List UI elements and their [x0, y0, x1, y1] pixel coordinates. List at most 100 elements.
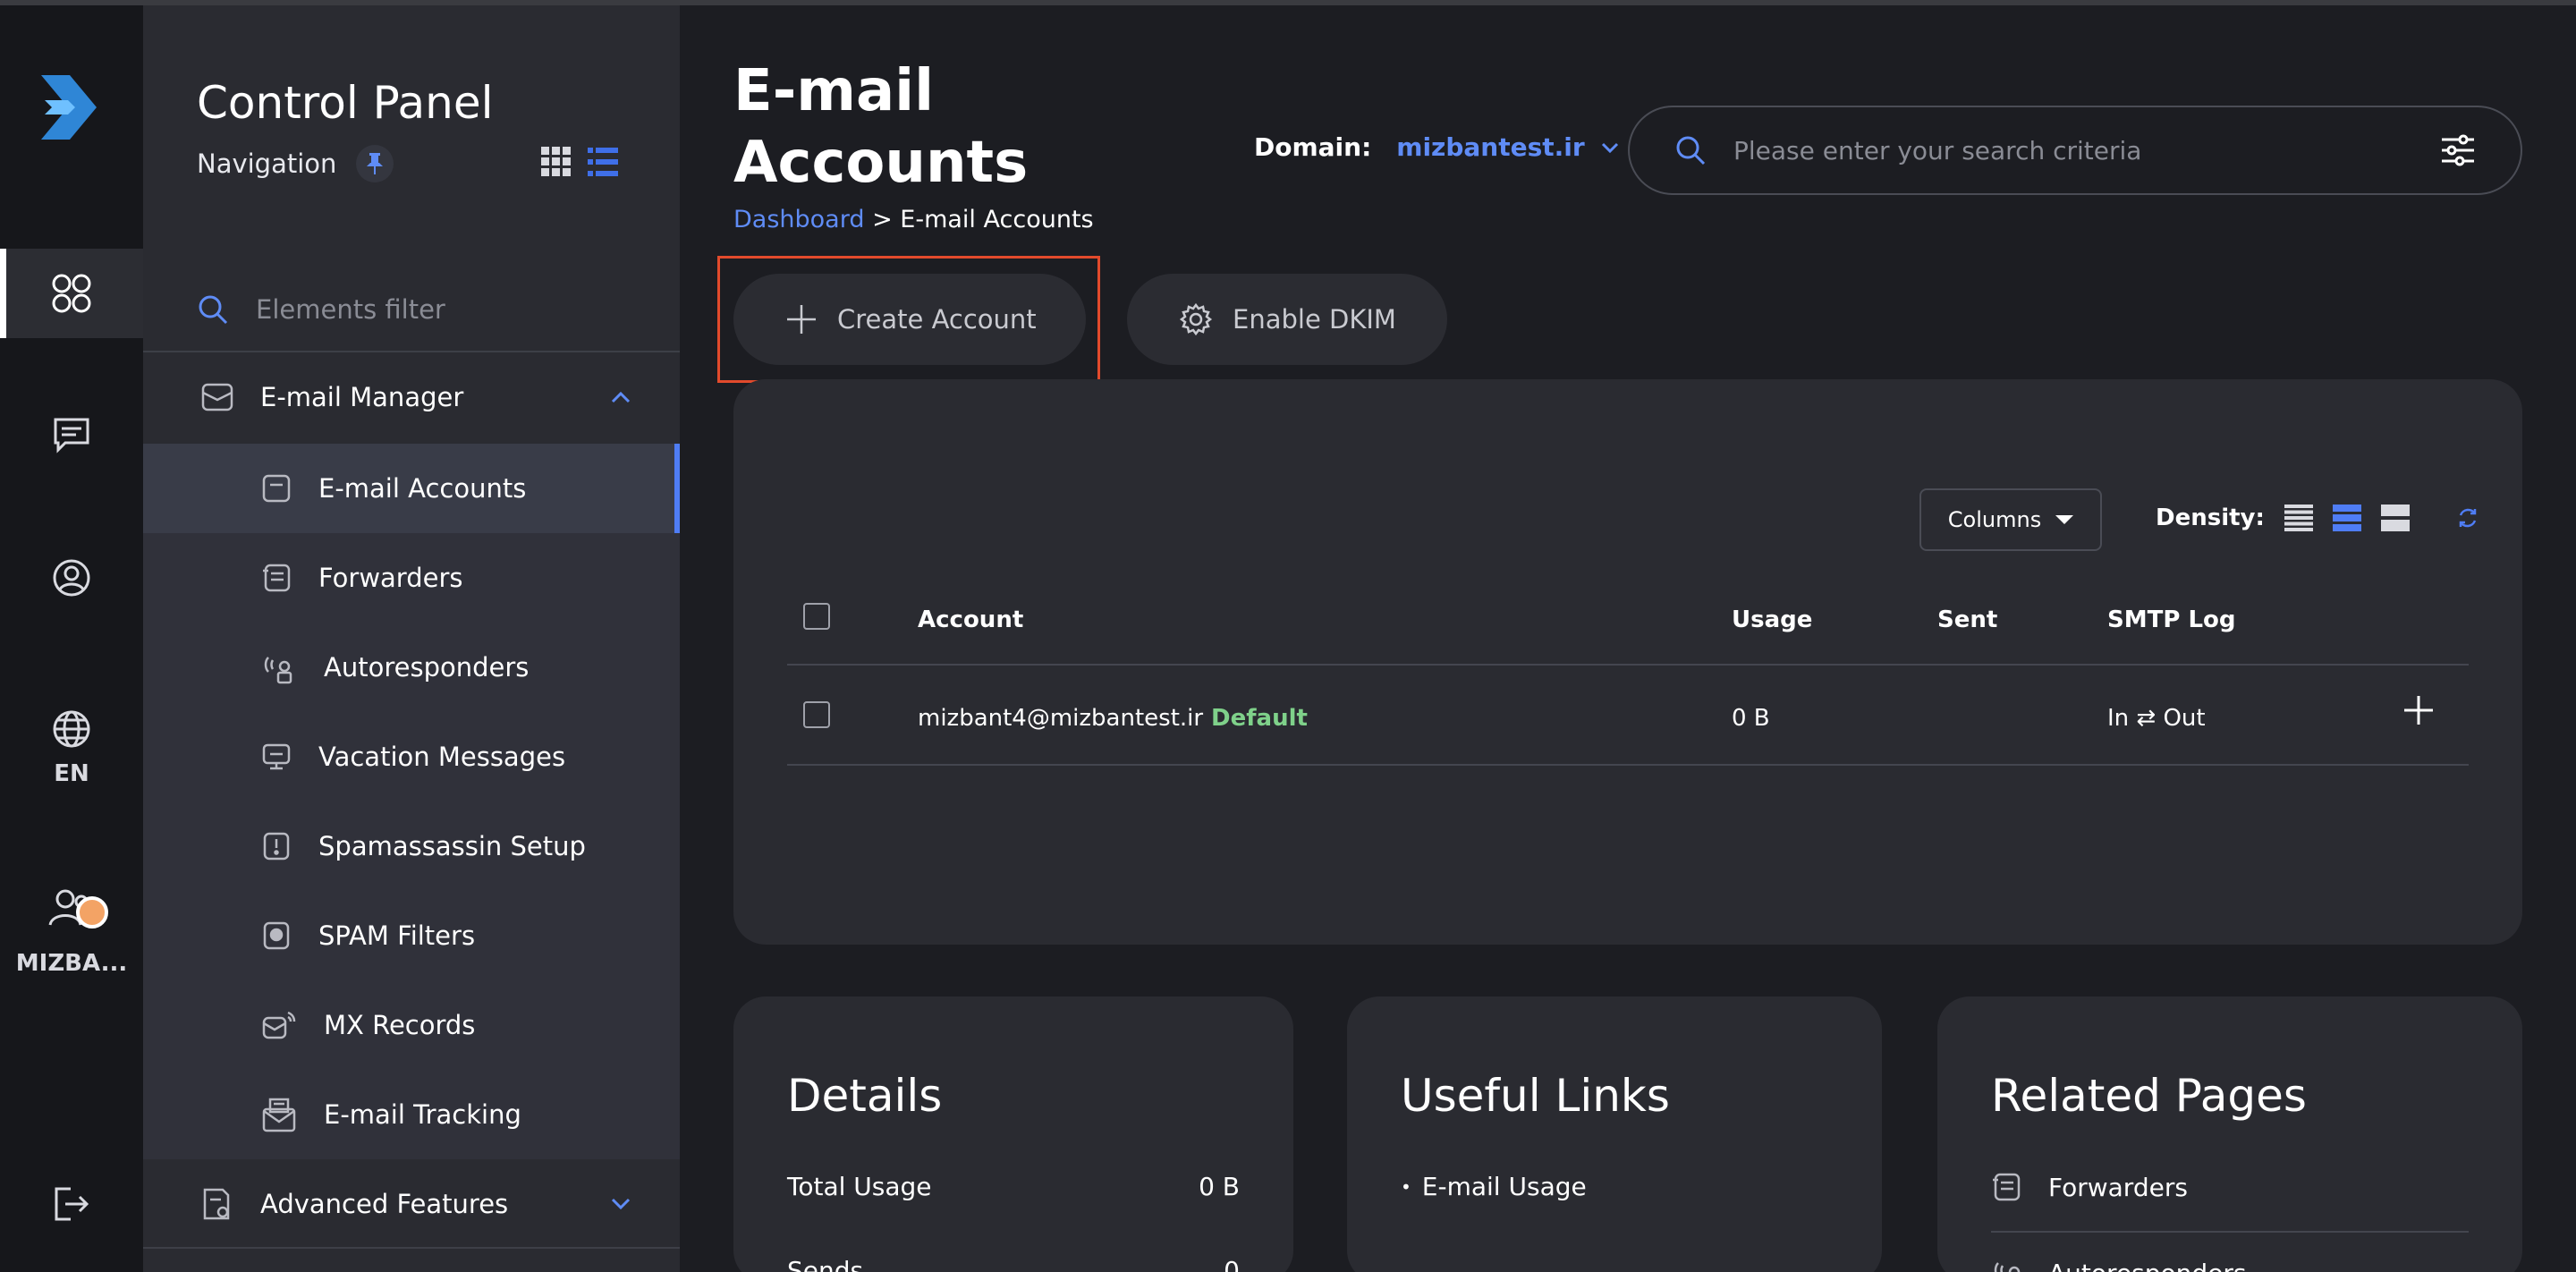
grid-view-icon[interactable] — [541, 147, 572, 177]
related-page-label[interactable]: Forwarders — [2048, 1173, 2188, 1202]
rail-account[interactable] — [0, 533, 143, 623]
domain-value[interactable]: mizbantest.ir — [1396, 132, 1584, 162]
default-badge: Default — [1211, 705, 1308, 732]
chevron-down-icon — [611, 1198, 631, 1210]
icon-rail: EN MIZBA... — [0, 5, 143, 1272]
enable-dkim-button[interactable]: Enable DKIM — [1127, 274, 1447, 365]
density-comfortable-icon[interactable] — [2380, 505, 2410, 531]
sidebar-item-email-tracking[interactable]: E-mail Tracking — [143, 1070, 680, 1159]
vacation-icon — [262, 743, 291, 770]
sidebar-subtitle-row: Navigation — [197, 145, 394, 182]
sidebar-item-label: E-mail Tracking — [324, 1099, 521, 1130]
select-all-checkbox[interactable] — [803, 603, 830, 630]
advanced-features-icon — [203, 1188, 230, 1220]
autoresponders-icon — [1994, 1262, 2021, 1272]
rail-user[interactable]: MIZBA... — [0, 864, 143, 998]
expand-row-icon[interactable] — [2402, 694, 2435, 726]
refresh-icon[interactable] — [2456, 506, 2479, 530]
sidebar: Control Panel Navigation Elements filter — [143, 5, 680, 1272]
email-tracking-icon — [262, 1098, 296, 1132]
related-pages-title: Related Pages — [1991, 1070, 2307, 1122]
column-header-account[interactable]: Account — [918, 606, 1023, 633]
useful-links-card: Useful Links • E-mail Usage — [1347, 996, 1882, 1272]
sidebar-item-email-accounts[interactable]: E-mail Accounts — [143, 444, 680, 533]
breadcrumb-dashboard-link[interactable]: Dashboard — [733, 206, 864, 233]
columns-label: Columns — [1947, 507, 2042, 532]
sidebar-item-forwarders[interactable]: Forwarders — [143, 533, 680, 623]
forwarders-icon — [263, 564, 291, 592]
sidebar-item-label: Autoresponders — [324, 652, 530, 683]
sidebar-item-label: MX Records — [324, 1010, 476, 1040]
search-icon — [199, 295, 228, 325]
density-compact-icon[interactable] — [2284, 505, 2313, 531]
breadcrumb: Dashboard > E-mail Accounts — [733, 206, 1094, 233]
elements-filter-placeholder: Elements filter — [256, 294, 445, 325]
search-icon — [1676, 136, 1706, 165]
details-row-value: 0 — [1224, 1256, 1240, 1272]
gear-icon — [1179, 302, 1213, 336]
sidebar-item-autoresponders[interactable]: Autoresponders — [143, 623, 680, 712]
user-label: MIZBA... — [15, 950, 128, 977]
column-header-usage[interactable]: Usage — [1732, 606, 1812, 633]
density-standard-icon[interactable] — [2332, 505, 2361, 531]
email-manager-submenu: E-mail Accounts Forwarders Autoresponder… — [143, 444, 680, 1159]
column-header-smtp-log[interactable]: SMTP Log — [2107, 606, 2235, 633]
language-label: EN — [54, 760, 89, 787]
app-logo[interactable] — [36, 68, 107, 148]
related-page-item[interactable]: Autoresponders — [1991, 1256, 2246, 1272]
related-pages-card: Related Pages Forwarders Autoresponders — [1937, 996, 2522, 1272]
chevron-down-icon — [1601, 142, 1618, 153]
search-input[interactable]: Please enter your search criteria — [1733, 136, 2440, 165]
related-page-label[interactable]: Autoresponders — [2048, 1259, 2246, 1272]
filter-settings-icon[interactable] — [2440, 133, 2476, 167]
sidebar-item-label: Vacation Messages — [318, 742, 566, 772]
sidebar-item-label: E-mail Accounts — [318, 473, 527, 504]
email-account-icon — [262, 474, 291, 503]
pin-icon — [367, 153, 384, 174]
sidebar-item-spamassassin-setup[interactable]: Spamassassin Setup — [143, 801, 680, 891]
details-row-label: Total Usage — [787, 1172, 932, 1201]
rail-logout[interactable] — [0, 1159, 143, 1249]
spamassassin-icon — [263, 832, 290, 861]
enable-dkim-label: Enable DKIM — [1233, 304, 1396, 335]
logout-icon — [55, 1187, 89, 1221]
list-view-icon[interactable] — [588, 147, 618, 177]
caret-down-icon — [2055, 515, 2074, 524]
envelope-icon — [201, 383, 233, 411]
domain-selector[interactable]: Domain: mizbantest.ir — [1254, 132, 1619, 162]
domain-label: Domain: — [1254, 132, 1372, 162]
pin-button[interactable] — [356, 145, 394, 182]
useful-link-label[interactable]: E-mail Usage — [1422, 1172, 1587, 1201]
chat-icon — [54, 418, 89, 454]
columns-button[interactable]: Columns — [1919, 488, 2102, 551]
column-header-sent[interactable]: Sent — [1937, 606, 1997, 633]
sidebar-item-mx-records[interactable]: MX Records — [143, 980, 680, 1070]
notification-dot — [76, 896, 108, 929]
highlight-box — [717, 256, 1100, 383]
sidebar-divider — [143, 1247, 680, 1249]
rail-language[interactable]: EN — [0, 685, 143, 810]
related-pages-divider — [1991, 1231, 2469, 1233]
useful-link-item[interactable]: • E-mail Usage — [1401, 1172, 1587, 1201]
smtp-log-link[interactable]: In ⇄ Out — [2107, 705, 2206, 732]
rail-dashboard[interactable] — [0, 249, 143, 338]
row-checkbox[interactable] — [803, 701, 830, 728]
related-page-item[interactable]: Forwarders — [1991, 1172, 2188, 1202]
sidebar-item-vacation-messages[interactable]: Vacation Messages — [143, 712, 680, 801]
sidebar-title: Control Panel — [197, 77, 494, 129]
details-row-label: Sends — [787, 1256, 864, 1272]
account-email[interactable]: mizbant4@mizbantest.ir — [918, 705, 1203, 732]
sidebar-item-spam-filters[interactable]: SPAM Filters — [143, 891, 680, 980]
group-email-manager[interactable]: E-mail Manager — [143, 352, 680, 442]
elements-filter[interactable]: Elements filter — [197, 274, 644, 345]
forwarders-icon — [1993, 1173, 2021, 1201]
breadcrumb-current: > E-mail Accounts — [872, 206, 1094, 233]
rail-messages[interactable] — [0, 390, 143, 479]
spam-filter-icon — [263, 921, 290, 950]
group-advanced-features-label: Advanced Features — [260, 1189, 509, 1219]
chevron-up-icon — [611, 391, 631, 403]
details-card: Details Total Usage 0 B Sends 0 — [733, 996, 1293, 1272]
group-advanced-features[interactable]: Advanced Features — [143, 1159, 680, 1249]
sidebar-item-label: SPAM Filters — [318, 920, 476, 951]
search-bar[interactable]: Please enter your search criteria — [1628, 106, 2522, 195]
